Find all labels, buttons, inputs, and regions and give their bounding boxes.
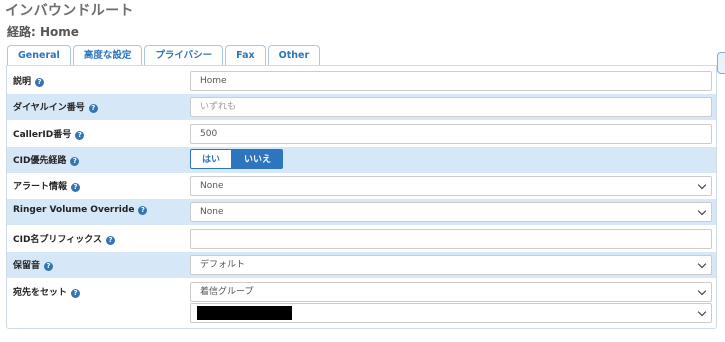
cid-priority-label: CID優先経路? [13, 153, 80, 166]
chevron-down-icon [697, 307, 707, 317]
tab-bar: General 高度な設定 プライバシー Fax Other [7, 45, 322, 65]
chevron-down-icon [697, 206, 707, 216]
alert-info-value: None [200, 181, 224, 191]
destination-type-value: 着信グループ [200, 287, 254, 297]
destination-label: 宛先をセット? [13, 285, 81, 298]
caller-id-input[interactable]: 500 [190, 124, 712, 144]
description-label: 説明? [13, 74, 45, 87]
chevron-down-icon [697, 286, 707, 296]
music-on-hold-value: デフォルト [200, 260, 246, 270]
caller-id-label: CallerID番号? [13, 127, 85, 140]
page-title: インバウンドルート [5, 3, 134, 19]
tab-fax[interactable]: Fax [225, 45, 266, 65]
help-icon[interactable]: ? [70, 157, 80, 166]
music-on-hold-select[interactable]: デフォルト [190, 255, 712, 275]
chevron-down-icon [697, 180, 707, 190]
help-icon[interactable]: ? [71, 183, 81, 192]
form-row-cid-priority: CID優先経路? はい いいえ [7, 147, 716, 173]
route-title: 経路: Home [7, 25, 79, 39]
form-row-destination: 宛先をセット? 着信グループ [7, 279, 716, 329]
description-input[interactable]: Home [190, 71, 712, 91]
alert-info-select[interactable]: None [190, 176, 712, 196]
ringer-volume-select[interactable]: None [190, 202, 712, 222]
help-icon[interactable]: ? [71, 289, 81, 298]
form-row-music-on-hold: 保留音? デフォルト [7, 252, 716, 278]
form-row-alert-info: アラート情報? None [7, 173, 716, 199]
tab-advanced[interactable]: 高度な設定 [72, 45, 143, 65]
form-row-ringer-volume: Ringer Volume Override? None [7, 199, 716, 225]
alert-info-label: アラート情報? [13, 179, 81, 192]
cid-priority-yes-button[interactable]: はい [190, 149, 233, 169]
help-icon[interactable]: ? [75, 131, 85, 140]
music-on-hold-label: 保留音? [13, 258, 54, 271]
ringer-volume-value: None [200, 207, 224, 217]
help-icon[interactable]: ? [105, 236, 115, 245]
form-row-did-number: ダイヤルイン番号? いずれも [7, 94, 716, 120]
cid-priority-toggle: はい いいえ [190, 149, 284, 169]
tab-general[interactable]: General [7, 45, 71, 65]
form-panel: 説明? Home ダイヤルイン番号? いずれも CallerID番号? 500 … [6, 65, 717, 329]
side-panel-handle[interactable] [717, 52, 725, 74]
cid-prefix-label: CID名プリフィックス? [13, 232, 115, 245]
tab-other[interactable]: Other [267, 45, 321, 65]
destination-target-select[interactable] [190, 303, 712, 323]
cid-priority-no-button[interactable]: いいえ [232, 149, 284, 169]
help-icon[interactable]: ? [44, 262, 54, 271]
form-row-description: 説明? Home [7, 68, 716, 94]
help-icon[interactable]: ? [88, 104, 98, 113]
redacted-block [197, 306, 292, 320]
form-row-cid-prefix: CID名プリフィックス? [7, 226, 716, 252]
help-icon[interactable]: ? [35, 78, 45, 87]
destination-type-select[interactable]: 着信グループ [190, 282, 712, 302]
did-number-label: ダイヤルイン番号? [13, 100, 98, 113]
chevron-down-icon [697, 259, 707, 269]
form-row-caller-id: CallerID番号? 500 [7, 121, 716, 147]
did-number-input[interactable]: いずれも [190, 97, 712, 117]
tab-privacy[interactable]: プライバシー [144, 45, 224, 65]
ringer-volume-label: Ringer Volume Override? [13, 205, 148, 215]
help-icon[interactable]: ? [138, 206, 148, 215]
cid-prefix-input[interactable] [190, 229, 712, 249]
